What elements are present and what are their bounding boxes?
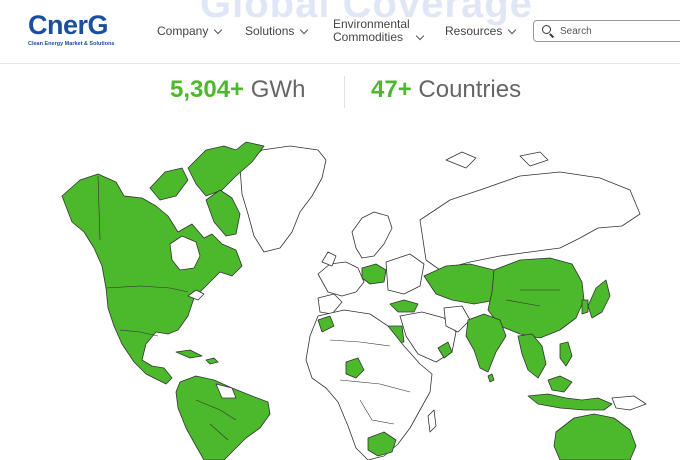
turkey: [389, 299, 419, 313]
stat-energy: 5,304+ GWh: [170, 76, 305, 104]
logo-tagline: Clean Energy Market & Solutions: [28, 41, 115, 47]
nav-label: Resources: [445, 24, 503, 38]
chevron-down-icon: [415, 31, 424, 41]
nav-item-resources[interactable]: Resources: [445, 24, 517, 38]
canada-arctic-islands: [149, 167, 189, 201]
logo[interactable]: CnerG Clean Energy Market & Solutions: [28, 10, 115, 47]
nav-label: Company: [157, 24, 209, 38]
chevron-down-icon: [508, 25, 517, 34]
sri-lanka: [487, 373, 495, 383]
philippines: [559, 341, 573, 367]
stat-energy-unit: GWh: [250, 76, 306, 103]
nav-label: Solutions: [245, 24, 295, 38]
site-header: Global Coverage CnerG Clean Energy Marke…: [0, 0, 680, 64]
stat-energy-value: 5,304+: [170, 76, 245, 103]
search-icon: [542, 25, 555, 38]
india: [465, 313, 507, 373]
search-input[interactable]: [560, 25, 680, 37]
nav-item-solutions[interactable]: Solutions: [245, 24, 309, 38]
chevron-down-icon: [214, 25, 223, 34]
logo-text: CnerG: [28, 10, 109, 40]
malaysia: [547, 375, 573, 393]
russia-islands: [445, 151, 477, 169]
search-box[interactable]: [533, 20, 680, 42]
australia: [553, 413, 637, 460]
russia-islands: [519, 151, 549, 167]
nav-label: Environmental Commodities: [333, 17, 410, 44]
stat-countries: 47+ Countries: [371, 76, 521, 104]
korea: [581, 299, 589, 315]
stats-divider: [344, 76, 345, 108]
japan: [587, 279, 611, 319]
indochina: [517, 333, 547, 379]
nav-item-company[interactable]: Company: [157, 24, 223, 38]
poland: [361, 263, 387, 285]
caribbean-islands: [205, 357, 219, 365]
stats-bar: 5,304+ GWh 47+ Countries: [0, 76, 680, 108]
baffin-island: [205, 189, 241, 237]
stat-countries-unit: Countries: [418, 76, 522, 103]
russia: [419, 171, 641, 271]
chevron-down-icon: [300, 25, 309, 34]
indonesia: [527, 393, 613, 411]
europe-west: [317, 261, 365, 297]
scandinavia: [351, 211, 393, 259]
madagascar: [427, 409, 437, 433]
new-guinea: [611, 395, 647, 411]
greenland: [239, 145, 327, 253]
nav-item-environmental-commodities[interactable]: Environmental Commodities: [333, 17, 424, 44]
world-map: [61, 141, 647, 460]
stat-countries-value: 47+: [371, 76, 412, 103]
eastern-europe: [385, 253, 425, 295]
cuba: [175, 349, 203, 359]
